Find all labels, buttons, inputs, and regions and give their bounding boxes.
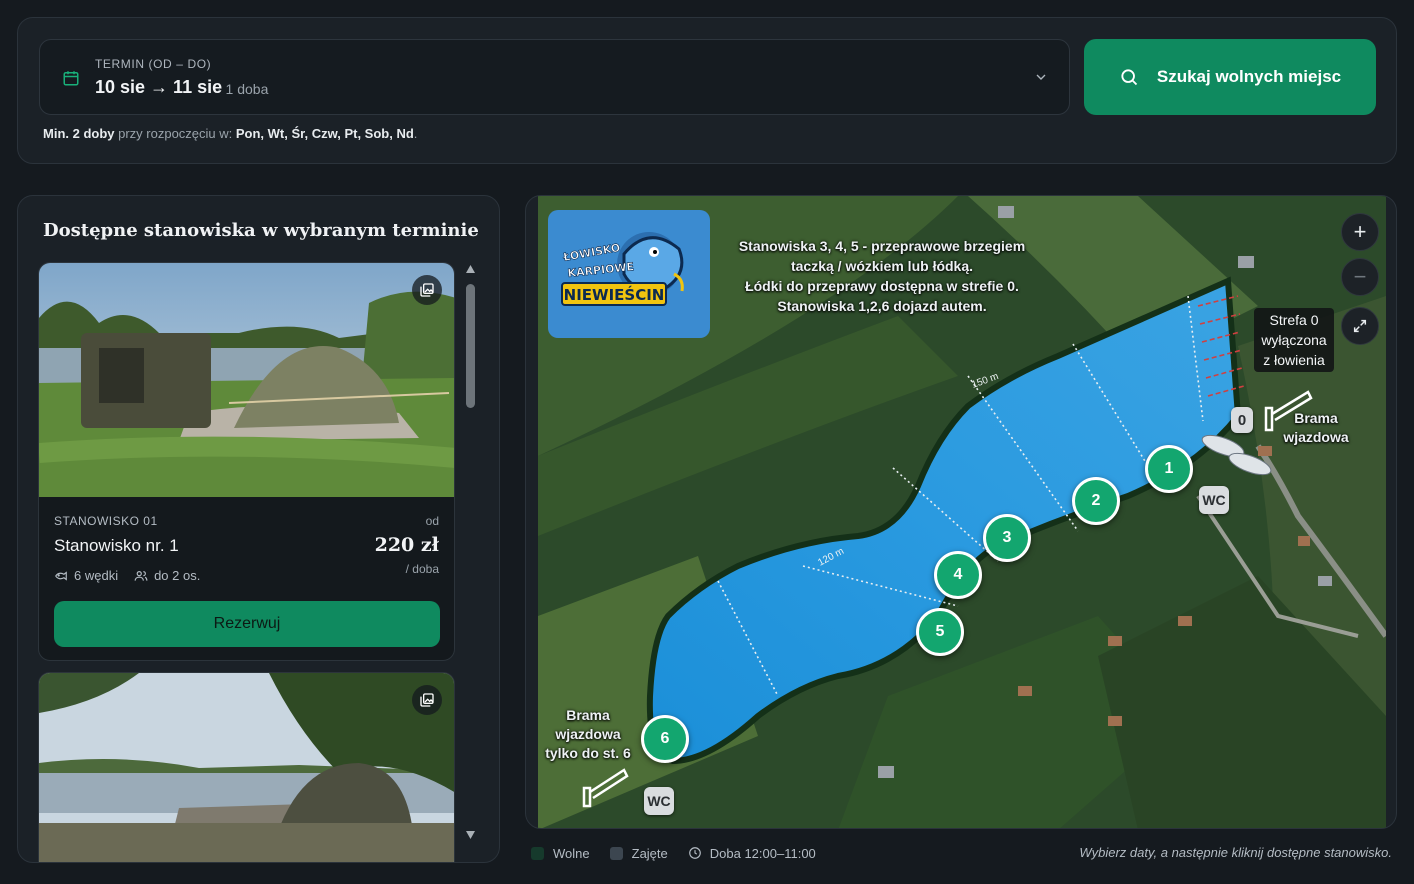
zoom-out-button[interactable]: − (1341, 258, 1379, 296)
scroll-thumb[interactable] (466, 284, 475, 408)
spot-card: STANOWISKO 01 od Stanowisko nr. 1 220 zł… (38, 262, 455, 661)
chevron-down-icon (1036, 74, 1046, 80)
gate-line: wjazdowa (555, 726, 621, 742)
gate-line: wjazdowa (1283, 429, 1349, 445)
gate-line: Brama (1294, 410, 1338, 426)
date-range-value: 10 sie → 11 sie (95, 77, 223, 97)
price-unit: / doba (405, 562, 439, 576)
spot-card (38, 672, 455, 862)
spot-marker-4[interactable]: 4 (934, 551, 982, 599)
scroll-up-arrow[interactable] (464, 264, 477, 276)
scroll-track[interactable] (466, 280, 475, 828)
min-nights: Min. 2 doby (43, 126, 115, 141)
price-from-label: od (425, 514, 439, 528)
map-note-line: Łódki do przeprawy dostępna w strefie 0. (745, 278, 1019, 294)
legend-free-label: Wolne (553, 845, 590, 861)
spot-meta: 6 wędki do 2 os. (54, 568, 200, 583)
spot-marker-6[interactable]: 6 (641, 715, 689, 763)
gate-line: tylko do st. 6 (545, 745, 631, 761)
gallery-button[interactable] (412, 685, 442, 715)
spot-price: 220 zł (374, 534, 439, 556)
users-icon (134, 570, 148, 581)
people-info: do 2 os. (134, 568, 200, 583)
spot-photo-image (39, 673, 454, 862)
wc-marker: WC (644, 787, 674, 815)
map-note-line: taczką / wózkiem lub łódką. (790, 258, 974, 274)
spot-marker-3[interactable]: 3 (983, 514, 1031, 562)
map-panel: 150 m 120 m ŁOWISKO KARPIOWE NIEWIEŚCIN … (525, 195, 1397, 829)
spot-photo-image (39, 263, 454, 497)
map-info-note: Stanowiska 3, 4, 5 - przeprawowe brzegie… (712, 236, 1052, 316)
fishery-logo-image: ŁOWISKO KARPIOWE NIEWIEŚCIN (561, 232, 684, 306)
zone-0-label: Strefa 0 wyłączona z łowienia (1254, 308, 1334, 372)
zone-0-line: wyłączona (1261, 332, 1327, 348)
calendar-icon (63, 71, 79, 86)
legend-day: Doba 12:00–11:00 (688, 846, 816, 861)
legend-day-label: Doba 12:00–11:00 (709, 845, 816, 861)
panel-title: Dostępne stanowiska w wybranym terminie (43, 220, 479, 241)
spot-marker-1[interactable]: 1 (1145, 445, 1193, 493)
date-range-picker[interactable]: TERMIN (OD – DO) 10 sie → 11 sie · 1 dob… (39, 39, 1070, 115)
minimum-stay-note: Min. 2 doby przy rozpoczęciu w: Pon, Wt,… (43, 126, 417, 141)
entrance-gate-label: Brama wjazdowa (1270, 409, 1362, 447)
wc-marker: WC (1199, 486, 1229, 514)
people-count: do 2 os. (154, 568, 201, 583)
spot-photo (39, 673, 454, 862)
map-note-line: Stanowiska 1,2,6 dojazd autem. (777, 298, 987, 314)
legend-taken-swatch (609, 846, 623, 860)
gallery-icon (420, 693, 434, 707)
logo-line-3: NIEWIEŚCIN (564, 285, 665, 304)
fishery-logo: ŁOWISKO KARPIOWE NIEWIEŚCIN (548, 210, 710, 338)
reserve-button[interactable]: Rezerwuj (54, 601, 440, 647)
search-button-label: Szukaj wolnych miejsc (1156, 67, 1342, 86)
min-note-mid: przy rozpoczęciu w: (114, 126, 236, 141)
available-spots-panel: Dostępne stanowiska w wybranym terminie (17, 195, 500, 863)
zone-0-badge: 0 (1231, 407, 1253, 433)
spot-6-gate-label: Brama wjazdowa tylko do st. 6 (538, 706, 638, 763)
expand-icon (1353, 319, 1367, 333)
allowed-days: Pon, Wt, Śr, Czw, Pt, Sob, Nd (235, 126, 414, 141)
legend-taken-label: Zajęte (631, 845, 668, 861)
nights-count: · 1 doba (217, 81, 269, 97)
rods-info: 6 wędki (54, 568, 118, 583)
spot-code: STANOWISKO 01 (54, 514, 158, 528)
date-range-label: TERMIN (OD – DO) (95, 57, 212, 71)
search-icon (1121, 69, 1138, 86)
zoom-in-button[interactable]: + (1341, 213, 1379, 251)
gallery-icon (420, 283, 434, 297)
min-note-end: . (413, 126, 418, 141)
gallery-button[interactable] (412, 275, 442, 305)
zone-0-line: z łowienia (1263, 352, 1325, 368)
clock-icon (688, 847, 701, 859)
spot-photo (39, 263, 454, 497)
legend-free: Wolne (531, 846, 590, 861)
map-note-line: Stanowiska 3, 4, 5 - przeprawowe brzegie… (738, 238, 1026, 254)
legend-free-swatch (531, 846, 544, 860)
legend-taken: Zajęte (609, 845, 668, 861)
search-panel: TERMIN (OD – DO) 10 sie → 11 sie · 1 dob… (17, 17, 1397, 164)
fullscreen-button[interactable] (1341, 307, 1379, 345)
zone-0-line: Strefa 0 (1269, 312, 1319, 328)
search-free-spots-button[interactable]: Szukaj wolnych miejsc (1084, 39, 1376, 115)
spot-name: Stanowisko nr. 1 (54, 536, 179, 555)
spot-marker-2[interactable]: 2 (1072, 477, 1120, 525)
rods-count: 6 wędki (74, 568, 119, 583)
map-hint: Wybierz daty, a następnie kliknij dostęp… (1079, 845, 1392, 860)
logo-line-1: ŁOWISKO (561, 241, 621, 264)
gate-line: Brama (566, 707, 610, 723)
fish-icon (55, 570, 67, 581)
map-legend: Wolne Zajęte Doba 12:00–11:00 (531, 845, 836, 861)
spot-marker-5[interactable]: 5 (916, 608, 964, 656)
list-scrollbar[interactable] (464, 264, 477, 842)
scroll-down-arrow[interactable] (464, 830, 477, 842)
